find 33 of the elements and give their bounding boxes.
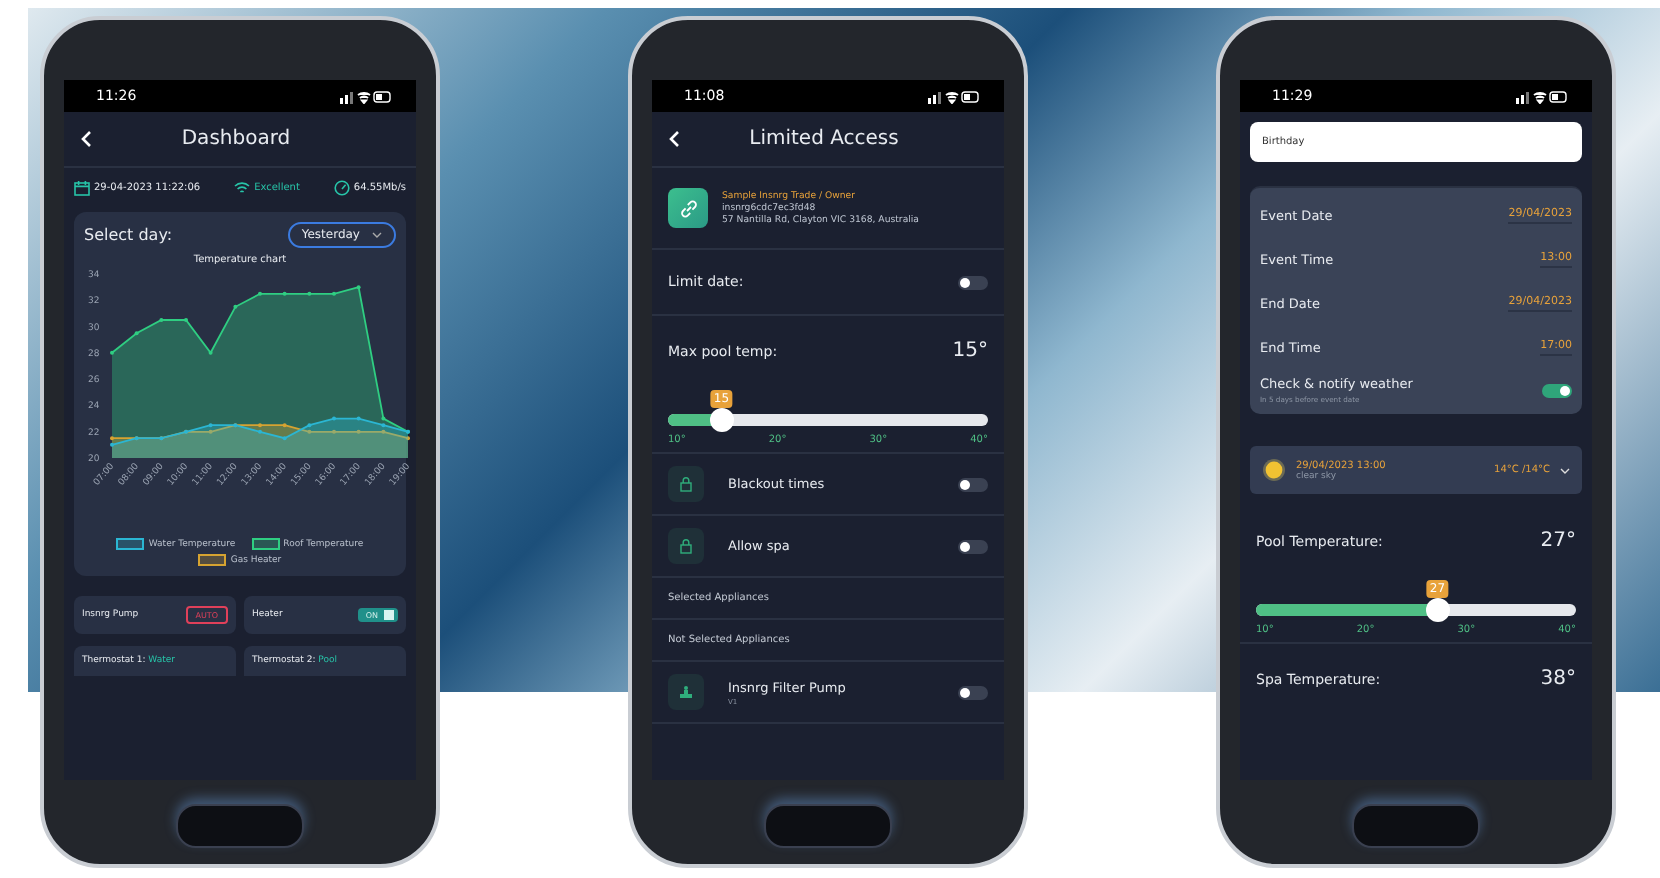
- screen-title: Dashboard: [179, 128, 293, 150]
- slider-thumb[interactable]: [1425, 598, 1450, 622]
- link-icon: [677, 197, 699, 219]
- calendar-icon: [74, 180, 90, 196]
- wifi-icon: [234, 180, 251, 196]
- temperature-value: 27°: [1540, 530, 1576, 552]
- chevron-down-icon: [1560, 467, 1570, 473]
- slider-track[interactable]: [1256, 604, 1576, 616]
- toggle-switch[interactable]: [958, 685, 988, 699]
- temperature-value: 38°: [1540, 668, 1576, 690]
- screen-title: Limited Access: [747, 128, 901, 150]
- status-icons: [340, 89, 392, 103]
- toggle-switch[interactable]: [958, 275, 988, 289]
- status-icons: [928, 89, 980, 103]
- toggle-switch[interactable]: [958, 477, 988, 491]
- back-icon[interactable]: [80, 130, 92, 148]
- gauge-icon: [333, 180, 350, 196]
- sun-icon: [1262, 458, 1286, 482]
- caret-icon: [372, 232, 382, 238]
- legend-swatch: [116, 538, 145, 550]
- slider-thumb[interactable]: [709, 408, 734, 432]
- back-icon[interactable]: [668, 130, 680, 148]
- lock-icon: [678, 538, 694, 554]
- legend-swatch: [251, 538, 280, 550]
- temperature-value: 15°: [952, 340, 988, 362]
- lock-icon: [678, 476, 694, 492]
- select-day-label: Select day:: [84, 226, 173, 244]
- legend-swatch: [198, 554, 227, 566]
- status-icons: [1516, 89, 1568, 103]
- toggle-switch[interactable]: [1542, 383, 1572, 397]
- toggle-switch[interactable]: [958, 539, 988, 553]
- pump-icon: [678, 684, 694, 700]
- slider-track[interactable]: [668, 414, 988, 426]
